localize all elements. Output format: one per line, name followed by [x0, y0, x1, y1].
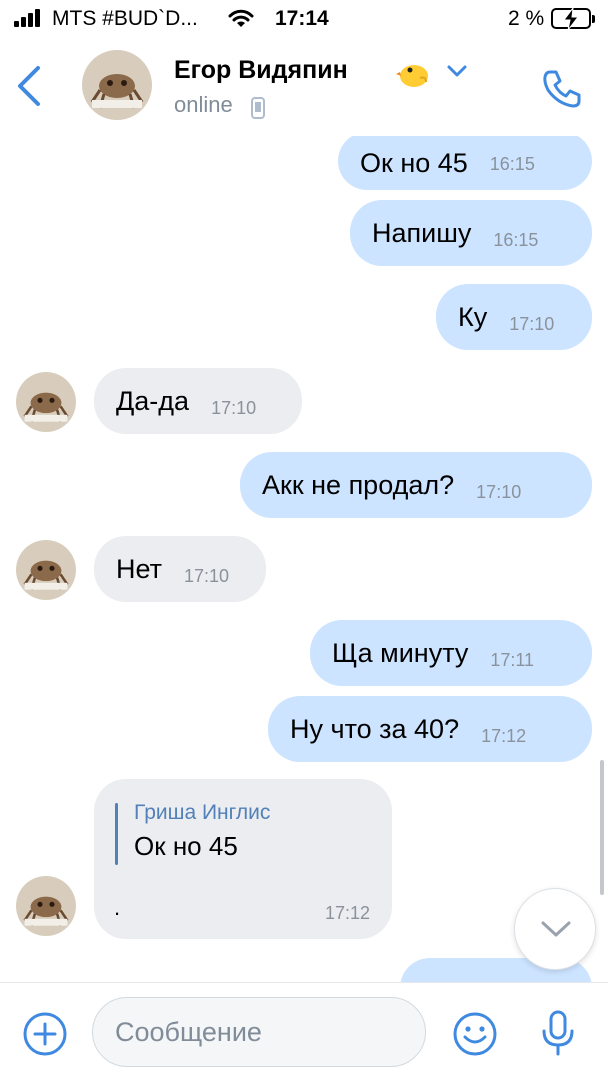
signal-icon	[14, 9, 42, 27]
online-status: online	[174, 92, 233, 117]
reply-quote-text[interactable]: Ок но 45	[134, 831, 238, 862]
message-text: Нет	[116, 553, 162, 584]
outgoing-message[interactable]: Ща минуту 17:11	[310, 620, 592, 686]
scrollbar[interactable]	[600, 760, 604, 895]
reply-author[interactable]: Гриша Инглис	[134, 801, 270, 825]
message-text: Да-да	[116, 385, 190, 416]
incoming-reply-message[interactable]: Гриша Инглис Ок но 45 . 17:12	[94, 779, 392, 939]
incoming-message[interactable]: Да-да 17:10	[94, 368, 302, 434]
message-time: 17:12	[481, 726, 527, 747]
chevron-down-icon[interactable]	[446, 64, 468, 83]
message-time: 17:10	[211, 398, 257, 419]
avatar[interactable]	[82, 50, 152, 120]
wifi-icon	[228, 8, 254, 34]
outgoing-message[interactable]: Ок но 45 16:15	[338, 136, 592, 190]
avatar[interactable]	[16, 540, 76, 600]
phone-call-icon[interactable]	[540, 66, 584, 115]
outgoing-message[interactable]: Ку 17:10	[436, 284, 592, 350]
avatar[interactable]	[16, 372, 76, 432]
battery-percent: 2 %	[508, 7, 545, 30]
message-time: 16:15	[489, 154, 535, 175]
incoming-message[interactable]: Нет 17:10	[94, 536, 266, 602]
message-time: 17:10	[509, 314, 555, 335]
outgoing-message[interactable]: Акк не продал? 17:10	[240, 452, 592, 518]
status-bar: MTS #BUD`D... 17:14 2 %	[0, 0, 608, 40]
carrier-name: MTS #BUD`D...	[52, 7, 198, 30]
message-time: 17:10	[476, 482, 522, 503]
chat-header: Егор Видяпин online	[0, 40, 608, 136]
message-text: Напишу	[372, 217, 472, 248]
outgoing-message[interactable]: Ну что за 40? 17:12	[268, 696, 592, 762]
chevron-down-icon	[541, 921, 571, 937]
message-list[interactable]: Ок но 45 16:15 Напишу 16:15 Ку 17:10 Да-…	[0, 136, 608, 982]
mobile-indicator-icon	[250, 96, 266, 125]
message-text: Акк не продал?	[262, 469, 455, 500]
message-text: Ща минуту	[332, 637, 469, 668]
emoji-icon[interactable]	[452, 1011, 498, 1062]
chick-emoji-icon	[396, 58, 430, 93]
message-text: Ок но 45	[360, 147, 468, 178]
message-input[interactable]	[92, 997, 426, 1067]
battery-charging-icon	[551, 8, 595, 30]
scroll-down-button[interactable]	[514, 888, 596, 970]
message-text: Ку	[458, 301, 488, 332]
avatar[interactable]	[16, 876, 76, 936]
message-text: .	[114, 895, 121, 920]
add-attachment-icon[interactable]	[22, 1011, 68, 1062]
message-time: 16:15	[493, 230, 539, 251]
clock: 17:14	[275, 7, 329, 30]
message-time: 17:11	[490, 650, 535, 671]
message-time: 17:10	[183, 566, 230, 587]
back-icon[interactable]	[14, 64, 44, 113]
reply-quote-bar	[115, 803, 118, 865]
microphone-icon[interactable]	[540, 1009, 576, 1062]
message-text: Ну что за 40?	[290, 713, 460, 744]
message-time: 17:12	[324, 903, 370, 923]
contact-name[interactable]: Егор Видяпин	[174, 56, 348, 85]
outgoing-message[interactable]: Напишу 16:15	[350, 200, 592, 266]
composer-bar	[0, 982, 608, 1080]
